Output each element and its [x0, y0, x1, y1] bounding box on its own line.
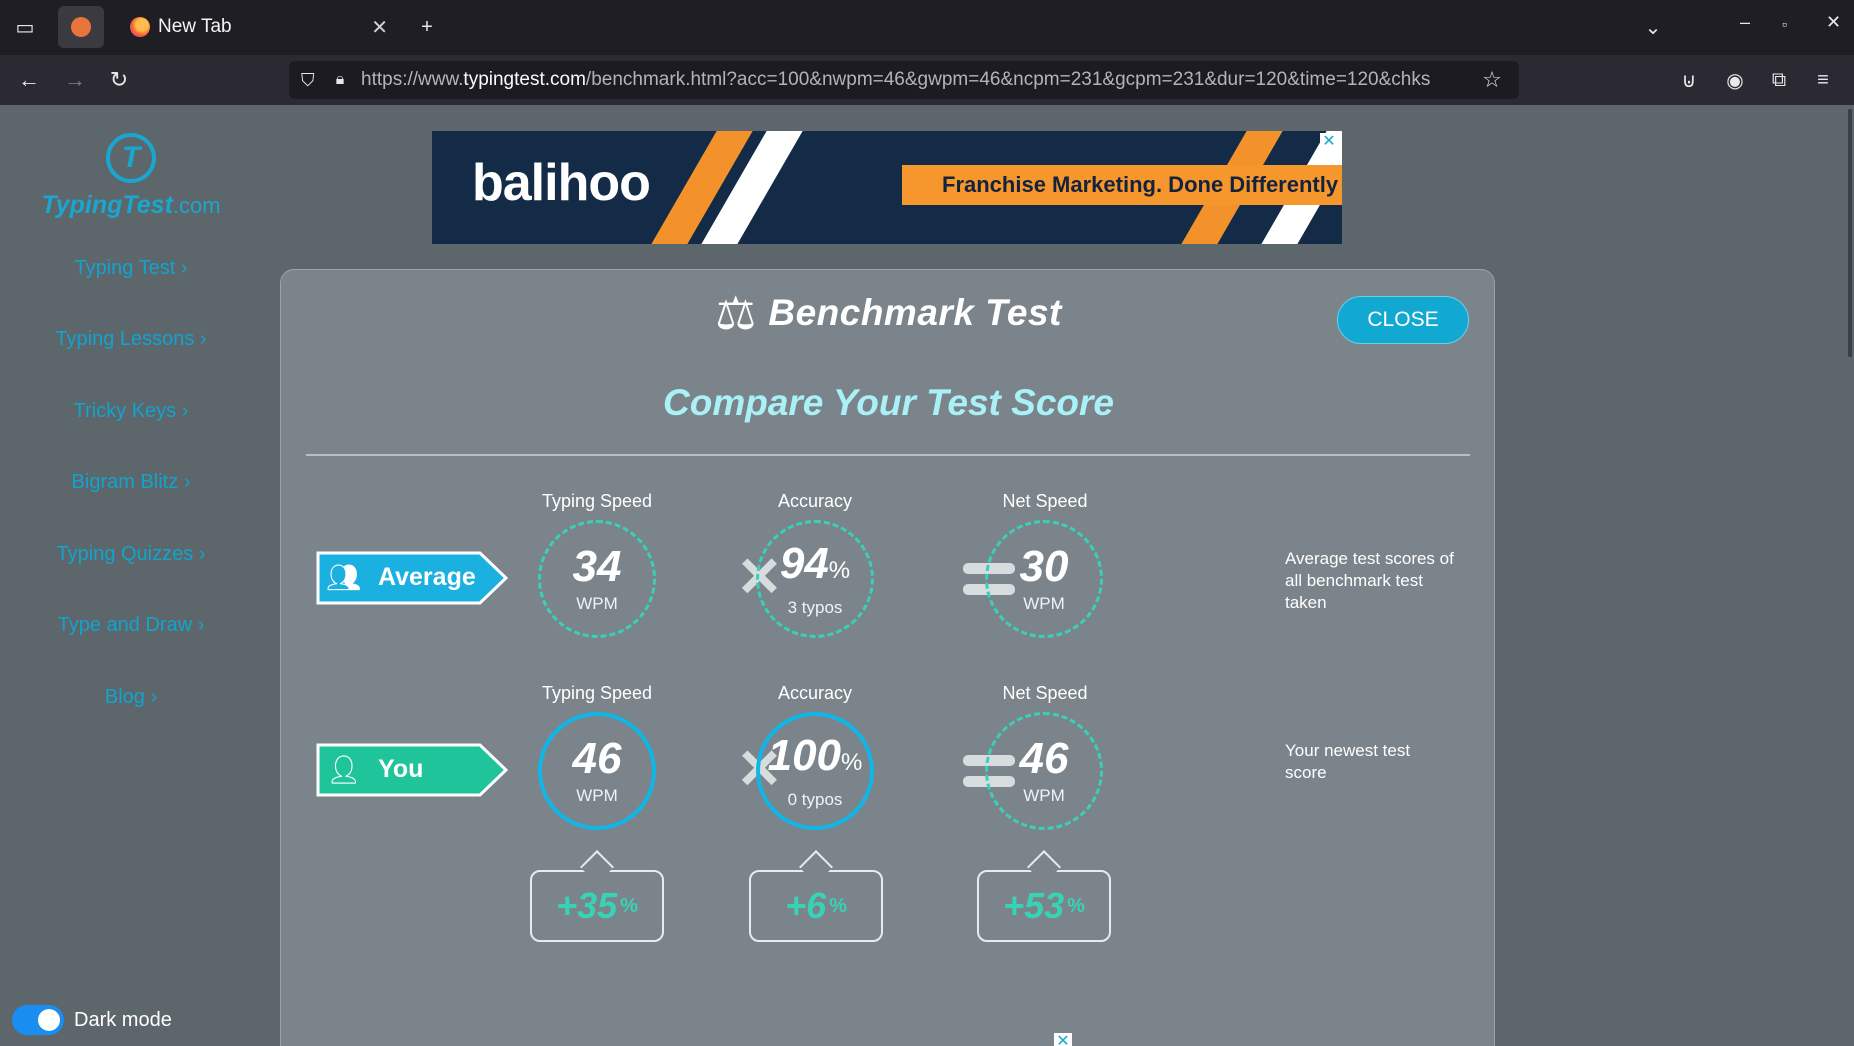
you-net-speed-value: 46	[1019, 734, 1069, 783]
average-typing-speed-heading: Typing Speed	[541, 491, 653, 511]
dark-mode-toggle[interactable]	[12, 1005, 64, 1035]
average-tag: 👥︎ Average	[314, 551, 510, 605]
pinned-tab-favicon-icon	[71, 17, 91, 37]
sidebar-item-blog[interactable]: Blog ›	[0, 686, 262, 709]
url-bar[interactable]: ⛉ 🔒︎ https://www.typingtest.com/benchmar…	[289, 61, 1519, 99]
firefox-icon	[130, 17, 150, 37]
sidebar-item-typing-quizzes[interactable]: Typing Quizzes ›	[0, 543, 262, 566]
typing-speed-diff-value: +35	[556, 885, 618, 926]
pocket-icon[interactable]: ⊍	[1674, 65, 1704, 95]
sidebar-item-typing-test[interactable]: Typing Test ›	[0, 257, 262, 280]
window-close-icon[interactable]: ✕	[1826, 12, 1841, 33]
new-tab-icon[interactable]: +	[412, 12, 442, 42]
tab-bar: ▭ New Tab ✕ + ⌄ – ▫ ✕	[0, 0, 1854, 55]
accuracy-diff-badge: +6%	[749, 850, 883, 942]
tab-title: New Tab	[158, 16, 232, 37]
average-accuracy-heading: Accuracy	[777, 491, 853, 511]
url-text[interactable]: https://www.typingtest.com/benchmark.htm…	[361, 69, 1477, 91]
group-icon: 👥︎	[326, 562, 362, 593]
sidebar-item-bigram-blitz[interactable]: Bigram Blitz ›	[0, 471, 262, 494]
average-net-speed-heading: Net Speed	[1002, 491, 1088, 511]
benchmark-modal: ⚖ Benchmark Test CLOSE Compare Your Test…	[280, 269, 1495, 1046]
you-accuracy-circle: 100% 0 typos	[756, 712, 874, 830]
minimize-icon[interactable]: –	[1740, 12, 1750, 33]
net-speed-diff-badge: +53%	[977, 850, 1111, 942]
average-typos: 3 typos	[787, 597, 843, 617]
dark-mode-control: Dark mode	[12, 1005, 172, 1035]
sidebar-item-typing-lessons[interactable]: Typing Lessons ›	[0, 328, 262, 351]
net-speed-diff-value: +53	[1003, 885, 1065, 926]
average-accuracy-value: 94	[779, 538, 829, 588]
ad-close-icon[interactable]: ✕	[1320, 133, 1338, 151]
average-net-speed-circle: 30 WPM	[985, 520, 1103, 638]
you-typing-speed-unit: WPM	[576, 786, 618, 805]
modal-title: Benchmark Test	[768, 292, 1062, 333]
pinned-tab[interactable]	[58, 6, 104, 48]
you-net-speed-circle: 46 WPM	[985, 712, 1103, 830]
you-accuracy-value: 100	[767, 730, 842, 780]
divider	[306, 454, 1470, 456]
maximize-icon[interactable]: ▫	[1782, 16, 1787, 32]
average-net-speed-value: 30	[1019, 542, 1069, 591]
you-net-speed-unit: WPM	[1023, 786, 1065, 805]
list-tabs-chevron-icon[interactable]: ⌄	[1638, 12, 1668, 42]
average-typing-speed-circle: 34 WPM	[538, 520, 656, 638]
average-accuracy-percent: %	[828, 556, 851, 584]
bookmark-star-icon[interactable]: ☆	[1477, 67, 1507, 93]
modal-header: ⚖ Benchmark Test	[281, 286, 1496, 340]
scrollbar[interactable]	[1842, 105, 1854, 1046]
you-note: Your newest test score	[1285, 741, 1411, 782]
ad-banner[interactable]: balihoo Franchise Marketing. Done Differ…	[432, 131, 1342, 244]
average-typing-speed-value: 34	[572, 542, 622, 591]
average-label: Average	[378, 563, 476, 591]
active-tab[interactable]: New Tab ✕	[118, 6, 400, 48]
close-button[interactable]: CLOSE	[1337, 296, 1469, 344]
lock-icon[interactable]: 🔒︎	[325, 71, 355, 89]
dark-mode-label: Dark mode	[74, 1008, 172, 1031]
scale-icon: ⚖	[715, 287, 757, 339]
you-tag: 👤︎ You	[314, 743, 510, 797]
you-typing-speed-circle: 46 WPM	[538, 712, 656, 830]
menu-icon[interactable]: ≡	[1808, 65, 1838, 95]
user-icon: 👤︎	[326, 754, 362, 785]
ad-tagline: Franchise Marketing. Done Differently	[902, 165, 1342, 205]
you-typos: 0 typos	[787, 789, 843, 809]
compare-title: Compare Your Test Score	[663, 382, 1114, 423]
average-note: Average test scores of all benchmark tes…	[1285, 549, 1454, 612]
net-speed-diff-percent: %	[1067, 895, 1085, 917]
account-icon[interactable]: ◉	[1720, 65, 1750, 95]
sidebar-item-tricky-keys[interactable]: Tricky Keys ›	[0, 400, 262, 423]
average-net-speed-unit: WPM	[1023, 594, 1065, 613]
typing-speed-diff-percent: %	[620, 895, 638, 917]
you-accuracy-percent: %	[841, 748, 863, 776]
you-label: You	[378, 755, 424, 783]
average-accuracy-circle: 94% 3 typos	[756, 520, 874, 638]
reload-icon[interactable]: ↻	[104, 65, 134, 95]
accuracy-diff-percent: %	[829, 895, 847, 917]
accuracy-diff-value: +6	[785, 885, 827, 926]
ad-brand: balihoo	[472, 154, 651, 212]
back-icon[interactable]: ←	[14, 65, 44, 95]
average-typing-speed-unit: WPM	[576, 594, 618, 613]
bottom-ad-close-icon[interactable]: ✕	[1054, 1033, 1072, 1046]
sidebar-item-type-and-draw[interactable]: Type and Draw ›	[0, 614, 262, 637]
you-net-speed-heading: Net Speed	[1002, 683, 1088, 703]
you-typing-speed-heading: Typing Speed	[541, 683, 653, 703]
you-accuracy-heading: Accuracy	[777, 683, 853, 703]
typingtest-logo-icon[interactable]: T	[106, 133, 156, 183]
you-typing-speed-value: 46	[572, 734, 622, 783]
site-logo[interactable]: TypingTest.com	[0, 191, 262, 220]
tracking-protection-shield-icon[interactable]: ⛉	[301, 70, 325, 91]
tab-manager-icon[interactable]: ▭	[10, 12, 40, 42]
extensions-icon[interactable]: ⧉	[1764, 65, 1794, 95]
sidebar: T TypingTest.com Typing Test › Typing Le…	[0, 105, 262, 1046]
navigation-bar: ← → ↻ ⛉ 🔒︎ https://www.typingtest.com/be…	[0, 55, 1854, 105]
page-content: T TypingTest.com Typing Test › Typing Le…	[0, 105, 1854, 1046]
forward-icon[interactable]: →	[60, 65, 90, 95]
tab-close-icon[interactable]: ✕	[371, 15, 388, 40]
typing-speed-diff-badge: +35%	[530, 850, 664, 942]
